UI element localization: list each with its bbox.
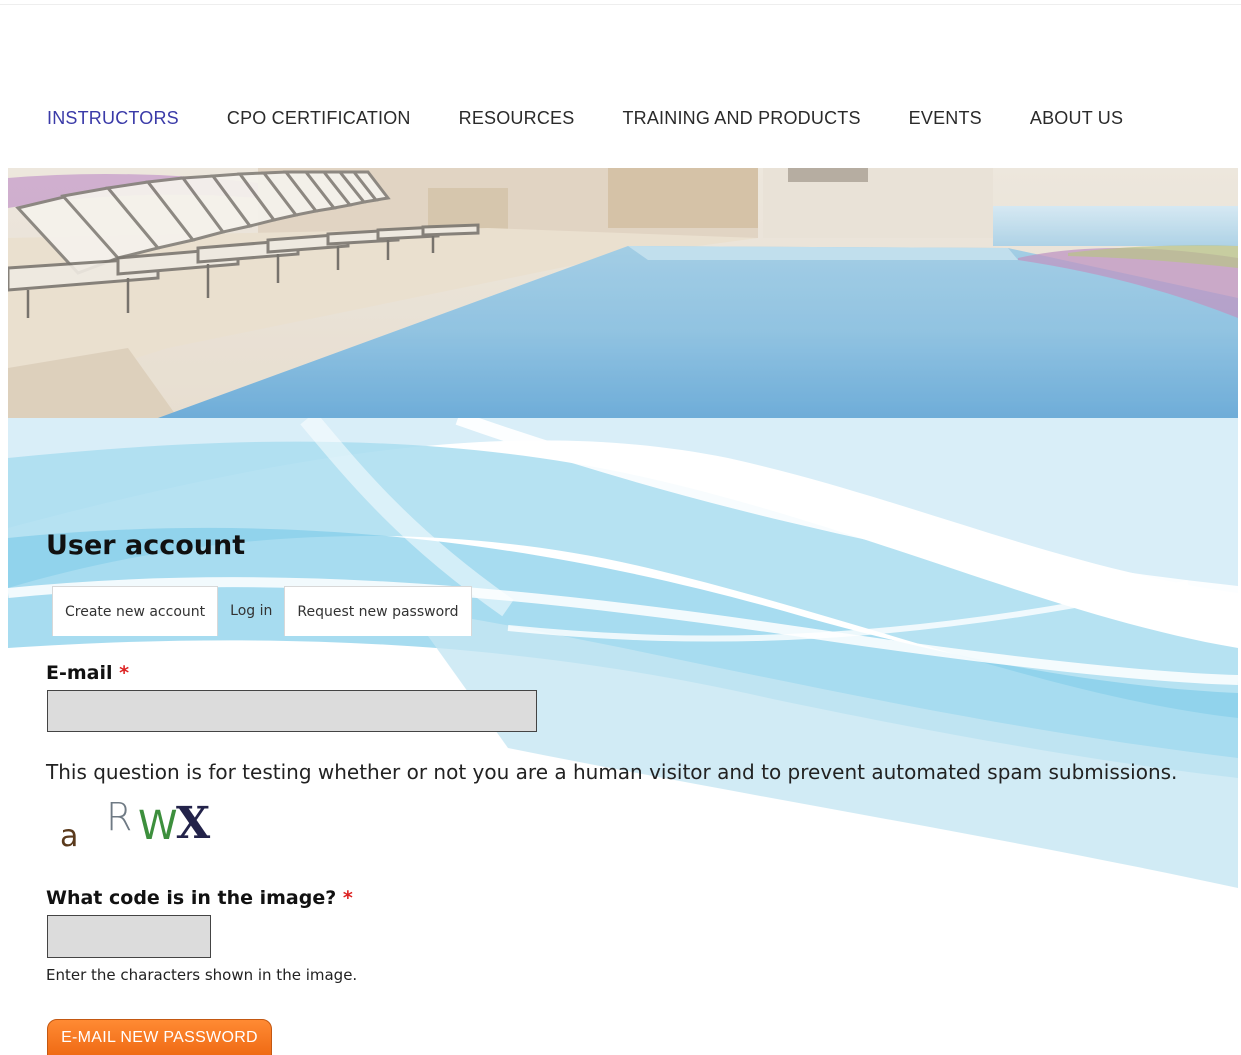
captcha-code-input[interactable] — [47, 915, 211, 958]
tab-log-in[interactable]: Log in — [218, 586, 284, 636]
captcha-char-4: X — [176, 798, 211, 849]
main-nav: INSTRUCTORS CPO CERTIFICATION RESOURCES … — [47, 107, 1171, 129]
captcha-image: a R W X — [50, 796, 250, 858]
tab-request-new-password[interactable]: Request new password — [284, 586, 472, 636]
nav-training-and-products[interactable]: TRAINING AND PRODUCTS — [622, 107, 860, 129]
required-marker: * — [342, 887, 353, 909]
email-new-password-button[interactable]: E-MAIL NEW PASSWORD — [47, 1019, 272, 1055]
nav-resources[interactable]: RESOURCES — [459, 107, 575, 129]
nav-events[interactable]: EVENTS — [909, 107, 982, 129]
captcha-char-3: W — [138, 803, 178, 849]
top-divider — [0, 4, 1241, 5]
captcha-char-2: R — [106, 795, 133, 839]
captcha-help-text: Enter the characters shown in the image. — [46, 966, 358, 984]
captcha-notice: This question is for testing whether or … — [46, 760, 1178, 784]
account-tabs: Create new account Log in Request new pa… — [52, 586, 472, 636]
email-label-text: E-mail — [46, 662, 113, 684]
email-label: E-mail * — [46, 662, 129, 684]
code-label-text: What code is in the image? — [46, 887, 337, 909]
pool-illustration — [8, 168, 1238, 418]
nav-about-us[interactable]: ABOUT US — [1030, 107, 1123, 129]
hero-pool-image — [8, 168, 1238, 418]
code-label: What code is in the image? * — [46, 887, 353, 909]
page-title: User account — [46, 530, 246, 561]
captcha-char-1: a — [60, 819, 79, 854]
nav-instructors[interactable]: INSTRUCTORS — [47, 107, 179, 129]
required-marker: * — [119, 662, 130, 684]
nav-cpo-certification[interactable]: CPO CERTIFICATION — [227, 107, 411, 129]
email-input[interactable] — [47, 690, 537, 732]
tab-create-new-account[interactable]: Create new account — [52, 586, 219, 636]
page: INSTRUCTORS CPO CERTIFICATION RESOURCES … — [0, 0, 1241, 1055]
